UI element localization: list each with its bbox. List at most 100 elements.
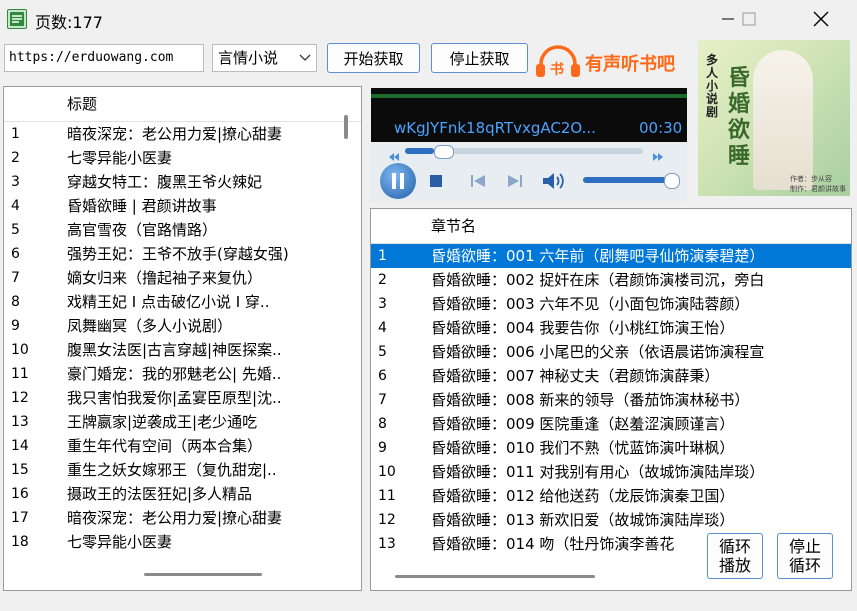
row-title: 昏婚欲睡：012 给他送药（龙辰饰演秦卫国） [431,487,735,505]
title-column-header[interactable]: 标题 [67,87,97,121]
app-icon [7,9,27,29]
list-item[interactable]: 4 昏婚欲睡 | 君颜讲故事 [4,194,361,218]
list-item[interactable]: 1 暗夜深宠：老公用力爱|撩心甜妻 [4,122,361,146]
list-item[interactable]: 8 戏精王妃 I 点击破亿小说 I 穿.. [4,290,361,314]
list-item[interactable]: 10 昏婚欲睡：011 对我别有用心（故城饰演陆岸琰） [371,460,851,484]
row-index: 7 [11,270,20,286]
chapter-list-hscroll[interactable] [395,575,595,578]
row-title: 昏婚欲睡：007 神秘丈夫（君颜饰演薛秉） [431,367,720,385]
list-item[interactable]: 12 昏婚欲睡：013 新欢旧爱（故城饰演陆岸琰） [371,508,851,532]
title-list-vscroll[interactable] [344,115,348,139]
row-index: 4 [378,320,387,336]
row-index: 9 [378,440,387,456]
list-item[interactable]: 18 七零异能小医妻 [4,530,361,554]
fast-forward-icon[interactable] [653,147,663,161]
title-list[interactable]: 标题 1 暗夜深宠：老公用力爱|撩心甜妻 2 七零异能小医妻 3 穿越女特工：腹黑王爷火辣… [3,86,362,591]
stop-loop-button[interactable]: 停止 循环 [777,533,833,579]
row-index: 5 [378,344,387,360]
list-item[interactable]: 6 强势王妃：王爷不放手(穿越女强) [4,242,361,266]
list-item[interactable]: 6 昏婚欲睡：007 神秘丈夫（君颜饰演薛秉） [371,364,851,388]
list-item[interactable]: 9 凤舞幽冥（多人小说剧） [4,314,361,338]
maximize-button[interactable] [727,0,771,38]
row-title: 暗夜深宠：老公用力爱|撩心甜妻 [67,509,283,527]
list-item[interactable]: 10 腹黑女法医|古言穿越|神医探案.. [4,338,361,362]
rewind-icon[interactable] [389,147,399,161]
track-name: wKgJYFnk18qRTvxgAC2O... [394,119,596,137]
list-item[interactable]: 12 我只害怕我爱你|孟宴臣原型|沈.. [4,386,361,410]
list-item[interactable]: 17 暗夜深宠：老公用力爱|撩心甜妻 [4,506,361,530]
row-title: 暗夜深宠：老公用力爱|撩心甜妻 [67,125,283,143]
list-item[interactable]: 9 昏婚欲睡：010 我们不熟（忧蓝饰演叶琳枫） [371,436,851,460]
list-item[interactable]: 4 昏婚欲睡：004 我要告你（小桃红饰演王怡） [371,316,851,340]
row-title: 昏婚欲睡：006 小尾巴的父亲（依语晨诺饰演程宣 [431,343,765,361]
list-item[interactable]: 7 昏婚欲睡：008 新来的领导（番茄饰演林秘书） [371,388,851,412]
row-index: 12 [11,390,29,406]
url-input[interactable]: https://erduowang.com [4,44,204,72]
row-index: 18 [11,534,29,550]
volume-thumb[interactable] [664,173,681,189]
stop-fetch-button[interactable]: 停止获取 [431,43,528,73]
list-item[interactable]: 8 昏婚欲睡：009 医院重逢（赵羞涩演顾谨言） [371,412,851,436]
row-index: 3 [378,296,387,312]
list-item[interactable]: 2 昏婚欲睡：002 捉奸在床（君颜饰演楼司沉，旁白 [371,268,851,292]
chapter-column-header[interactable]: 章节名 [431,209,476,243]
stop-loop-label-1: 停止 [788,537,821,556]
seek-thumb[interactable] [433,145,454,159]
pause-button[interactable] [380,163,416,199]
row-index: 9 [11,318,20,334]
media-player: wKgJYFnk18qRTvxgAC2O... 00:30 [371,88,687,202]
list-item[interactable]: 15 重生之妖女嫁邪王（复仇甜宠|.. [4,458,361,482]
row-title: 七零异能小医妻 [67,149,173,167]
row-title: 重生年代有空间（两本合集） [67,437,263,455]
row-title: 高官雪夜（官路情路） [67,221,218,239]
row-index: 8 [378,416,387,432]
category-select-value: 言情小说 [218,49,279,67]
row-index: 11 [11,366,29,382]
seek-bar[interactable] [405,145,643,159]
loop-play-label-1: 循环 [718,537,751,556]
list-item[interactable]: 7 嫡女归来（撸起袖子来复仇） [4,266,361,290]
close-button[interactable] [799,0,843,38]
list-item[interactable]: 2 七零异能小医妻 [4,146,361,170]
previous-icon[interactable] [470,173,486,193]
title-list-header: 标题 [4,87,361,122]
row-index: 10 [378,464,396,480]
volume-fill [583,177,675,183]
row-index: 10 [11,342,29,358]
start-fetch-button[interactable]: 开始获取 [327,43,420,73]
row-title: 摄政王的法医狂妃|多人精品 [67,485,253,503]
row-index: 17 [11,510,29,526]
list-item[interactable]: 13 王牌嬴家|逆袭成王|老少通吃 [4,410,361,434]
cover-series: 多人小说剧 [706,53,719,119]
row-title: 昏婚欲睡：011 对我别有用心（故城饰演陆岸琰） [431,463,765,481]
row-index: 2 [11,150,20,166]
cover-figure [753,50,813,190]
row-title: 昏婚欲睡：010 我们不熟（忧蓝饰演叶琳枫） [431,439,735,457]
list-item[interactable]: 3 昏婚欲睡：003 六年不见（小面包饰演陆蓉颜） [371,292,851,316]
row-title: 王牌嬴家|逆袭成王|老少通吃 [67,413,258,431]
row-index: 1 [378,248,387,264]
title-list-hscroll[interactable] [144,573,262,576]
row-title: 昏婚欲睡：002 捉奸在床（君颜饰演楼司沉，旁白 [431,271,765,289]
list-item[interactable]: 1 昏婚欲睡：001 六年前（剧舞吧寻仙饰演秦碧楚） [371,244,851,268]
category-select[interactable]: 言情小说 [212,44,317,72]
row-title: 穿越女特工：腹黑王爷火辣妃 [67,173,263,191]
next-icon[interactable] [507,173,523,193]
stop-icon[interactable] [430,175,442,187]
list-item[interactable]: 16 摄政王的法医狂妃|多人精品 [4,482,361,506]
row-index: 13 [11,414,29,430]
list-item[interactable]: 14 重生年代有空间（两本合集） [4,434,361,458]
row-title: 七零异能小医妻 [67,533,173,551]
row-index: 1 [11,126,20,142]
volume-slider[interactable] [583,173,681,189]
list-item[interactable]: 3 穿越女特工：腹黑王爷火辣妃 [4,170,361,194]
list-item[interactable]: 5 昏婚欲睡：006 小尾巴的父亲（依语晨诺饰演程宣 [371,340,851,364]
row-title: 昏婚欲睡：003 六年不见（小面包饰演陆蓉颜） [431,295,750,313]
row-title: 腹黑女法医|古言穿越|神医探案.. [67,341,282,359]
list-item[interactable]: 11 豪门婚宠：我的邪魅老公| 先婚.. [4,362,361,386]
list-item[interactable]: 5 高官雪夜（官路情路） [4,218,361,242]
cover-title: 昏婚欲睡 [728,66,751,169]
loop-play-button[interactable]: 循环 播放 [707,533,763,579]
list-item[interactable]: 11 昏婚欲睡：012 给他送药（龙辰饰演秦卫国） [371,484,851,508]
volume-icon[interactable] [542,172,566,194]
